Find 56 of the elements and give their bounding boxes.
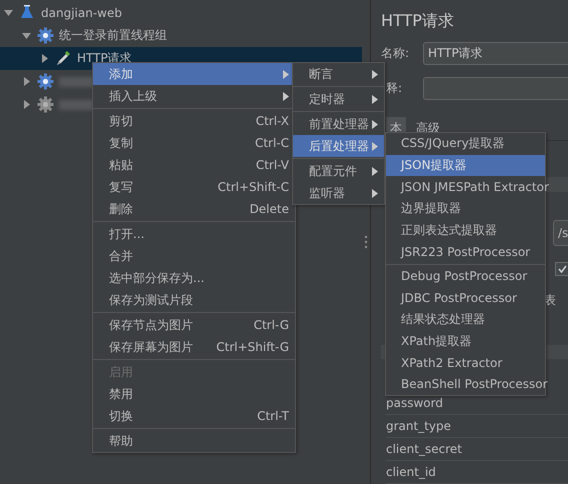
menu-item[interactable]: 禁用 — [93, 383, 295, 405]
shortcut-text: Ctrl-V — [256, 158, 289, 172]
menu-item[interactable]: 删除 Delete — [93, 198, 295, 220]
shortcut-text: Ctrl-T — [257, 409, 289, 423]
check-icon — [558, 264, 566, 272]
menu-item[interactable]: 打开... — [93, 223, 295, 245]
expand-arrow-icon[interactable] — [4, 8, 13, 17]
expand-arrow-icon[interactable] — [40, 54, 49, 63]
menu-item[interactable]: 复制 Ctrl-C — [93, 132, 295, 154]
menu-item[interactable]: JSR223 PostProcessor — [386, 240, 545, 263]
shortcut-text: Ctrl-X — [256, 114, 289, 128]
table-cell: client_id — [386, 461, 568, 484]
menu-item[interactable]: 插入上级 — [93, 85, 295, 107]
menu-item[interactable]: JSON提取器 — [386, 154, 545, 176]
menu-item[interactable]: 切换 Ctrl-T — [93, 405, 295, 427]
menu-item[interactable]: 复写 Ctrl+Shift-C — [93, 176, 295, 198]
menu-item[interactable]: 结果状态处理器 — [386, 308, 545, 330]
menu-item[interactable]: 合并 — [93, 245, 295, 267]
menu-item[interactable]: 定时器 — [293, 88, 384, 110]
table-cell: grant_type — [386, 415, 568, 438]
tree-item-label: 统一登录前置线程组 — [59, 27, 167, 44]
name-field[interactable]: HTTP请求 — [423, 42, 568, 65]
tree-item-label: dangjian-web — [41, 6, 122, 20]
menu-item[interactable]: 配置元件 — [293, 160, 384, 182]
field-label: 名称: — [381, 45, 410, 62]
menu-item[interactable]: 添加 — [93, 63, 295, 85]
menu-item[interactable]: 后置处理器 — [293, 135, 384, 157]
menu-item[interactable]: XPath2 Extractor — [386, 352, 545, 374]
menu-item[interactable]: Debug PostProcessor — [386, 266, 545, 288]
menu-item[interactable]: 正则表达式提取器 — [386, 219, 545, 241]
expand-arrow-icon[interactable] — [22, 31, 31, 40]
grip-icon[interactable] — [364, 235, 368, 249]
menu-item[interactable]: XPath提取器 — [386, 330, 545, 352]
menu-item[interactable]: 保存屏幕为图片 Ctrl+Shift-G — [93, 336, 295, 358]
shortcut-text: Ctrl-C — [254, 136, 289, 150]
menu-item[interactable]: 保存节点为图片 Ctrl-G — [93, 314, 295, 336]
menu-item[interactable]: 选中部分保存为... — [93, 267, 295, 289]
menu-item[interactable]: 剪切 Ctrl-X — [93, 110, 295, 132]
field-label: 释: — [385, 80, 404, 97]
menu-item[interactable]: 保存为测试片段 — [93, 289, 295, 311]
expand-arrow-icon[interactable] — [22, 77, 31, 86]
table-cell: client_secret — [386, 438, 568, 461]
menu-item[interactable]: 粘贴 Ctrl-V — [93, 154, 295, 176]
shortcut-text: Ctrl-G — [254, 318, 289, 332]
comment-field[interactable] — [423, 77, 568, 100]
checkbox[interactable] — [555, 262, 568, 276]
panel-title: HTTP请求 — [381, 11, 455, 31]
path-field[interactable]: /s — [553, 220, 568, 246]
menu-item[interactable]: 前置处理器 — [293, 113, 384, 135]
menu-item[interactable]: JDBC PostProcessor — [386, 287, 545, 309]
menu-item[interactable]: 监听器 — [293, 182, 384, 204]
shortcut-text: Ctrl+Shift-C — [218, 180, 289, 194]
shortcut-text: Delete — [250, 202, 289, 216]
menu-item[interactable]: 帮助 — [93, 430, 295, 452]
shortcut-text: Ctrl+Shift-G — [216, 340, 289, 354]
menu-item[interactable]: 边界提取器 — [386, 198, 545, 220]
